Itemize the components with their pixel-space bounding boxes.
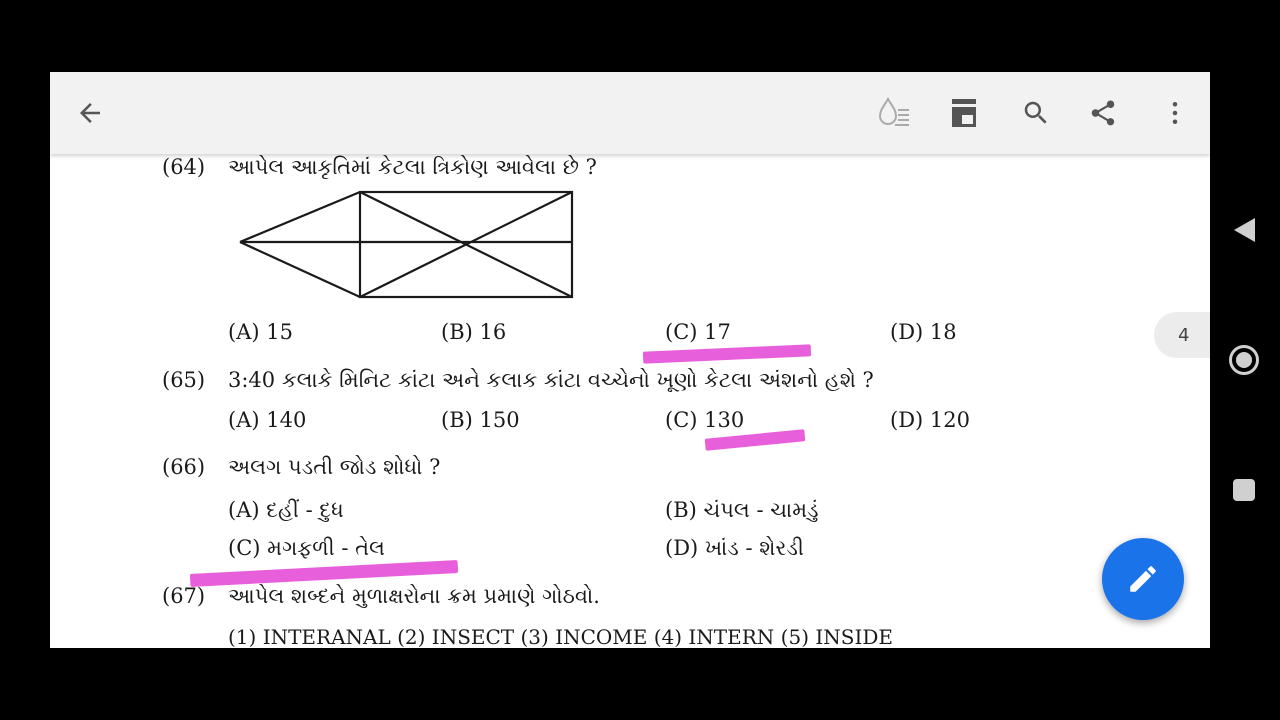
question-text-66: અલગ પડતી જોડ શોધો ?: [228, 455, 441, 479]
q66-option-c: (C) મગફળી - તેલ: [228, 536, 385, 560]
question-number-65: (65): [162, 368, 206, 392]
top-toolbar: [50, 72, 1210, 154]
q64-option-c: (C) 17: [665, 320, 731, 344]
page-layout-icon: [952, 99, 976, 127]
question-number-67: (67): [162, 584, 206, 608]
pencil-icon: [1130, 566, 1156, 592]
highlight-mark: [704, 429, 806, 451]
q65-option-b: (B) 150: [441, 408, 520, 432]
edit-fab-button[interactable]: [1102, 538, 1184, 620]
back-arrow-icon: [80, 103, 100, 123]
more-options-button[interactable]: [1155, 93, 1195, 133]
page-number-indicator: 4: [1154, 312, 1210, 358]
back-button[interactable]: [70, 93, 110, 133]
nav-back-icon: [1234, 218, 1255, 242]
figure-line: [239, 190, 361, 244]
q66-option-a: (A) દહીં - દુધ: [228, 498, 344, 522]
nav-recents-icon: [1233, 479, 1255, 501]
question-number-66: (66): [162, 455, 206, 479]
q64-option-b: (B) 16: [441, 320, 507, 344]
q67-word-list: (1) INTERANAL (2) INSECT (3) INCOME (4) …: [228, 625, 893, 648]
page-number-text: 4: [1178, 324, 1190, 346]
question-text-67: આપેલ શબ્દને મુળાક્ષરોના ક્રમ પ્રમાણે ગોઠ…: [228, 584, 600, 608]
q65-option-c: (C) 130: [665, 408, 745, 432]
share-icon: [1091, 100, 1115, 126]
q66-option-d: (D) ખાંડ - શેરડી: [665, 536, 804, 560]
more-vert-icon: [1172, 102, 1178, 124]
question-number-64: (64): [162, 155, 206, 179]
q64-option-d: (D) 18: [890, 320, 957, 344]
q66-option-b: (B) ચંપલ - ચામડું: [665, 498, 819, 522]
q65-option-d: (D) 120: [890, 408, 970, 432]
q64-option-a: (A) 15: [228, 320, 293, 344]
question-text-64: આપેલ આકૃતિમાં કેટલા ત્રિકોણ આવેલા છે ?: [228, 155, 597, 179]
search-button[interactable]: [1016, 93, 1056, 133]
nav-home-icon: [1229, 345, 1259, 375]
document-page[interactable]: (64) આપેલ આકૃતિમાં કેટલા ત્રિકોણ આવેલા છ…: [50, 72, 1210, 648]
question-text-65: 3:40 કલાકે મિનિટ કાંટા અને કલાક કાંટા વચ…: [228, 368, 874, 392]
nav-recents-button[interactable]: [1222, 468, 1266, 512]
nav-back-button[interactable]: [1222, 208, 1266, 252]
reading-mode-icon: [878, 96, 909, 126]
highlight-mark: [642, 344, 812, 364]
figure-line: [239, 241, 361, 298]
triangle-figure: [239, 190, 574, 299]
highlight-mark: [189, 559, 459, 588]
search-icon: [1024, 101, 1047, 124]
share-button[interactable]: [1083, 93, 1123, 133]
pdf-viewer-screen: (64) આપેલ આકૃતિમાં કેટલા ત્રિકોણ આવેલા છ…: [50, 72, 1210, 648]
q65-option-a: (A) 140: [228, 408, 307, 432]
nav-home-button[interactable]: [1222, 338, 1266, 382]
page-layout-button[interactable]: [944, 93, 984, 133]
reading-mode-button[interactable]: [874, 93, 914, 133]
